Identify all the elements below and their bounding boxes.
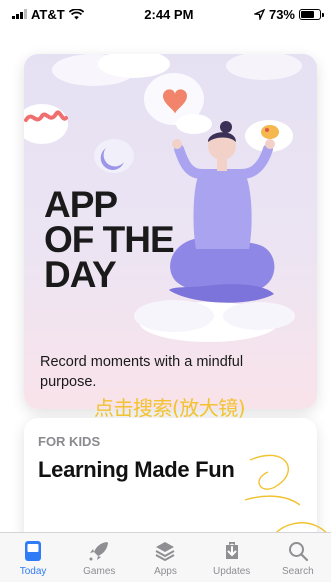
cellular-signal-icon bbox=[12, 9, 27, 19]
card-title: APP OF THE DAY bbox=[44, 184, 234, 295]
card-title-line: APP bbox=[44, 184, 118, 225]
battery-percent: 73% bbox=[268, 6, 295, 22]
status-right: 73% bbox=[253, 6, 324, 22]
carrier-name: AT&T bbox=[31, 6, 65, 22]
status-left: AT&T bbox=[12, 7, 84, 22]
tab-search[interactable]: Search bbox=[268, 539, 328, 577]
card-title-line: OF THE bbox=[44, 219, 175, 260]
search-icon bbox=[288, 542, 308, 562]
battery-fill bbox=[301, 10, 315, 18]
tab-label: Today bbox=[19, 566, 47, 577]
card-headline: Learning Made Fun bbox=[38, 457, 235, 482]
tab-label: Games bbox=[83, 566, 116, 577]
wifi-icon bbox=[68, 8, 84, 19]
battery-icon bbox=[299, 8, 324, 20]
app-of-the-day-card[interactable]: APP OF THE DAY Record moments with a min… bbox=[24, 54, 317, 409]
tab-updates[interactable]: Updates bbox=[202, 539, 262, 577]
tab-games[interactable]: Games bbox=[69, 539, 129, 577]
location-arrow-icon bbox=[253, 8, 265, 20]
tab-bar: Today Games Apps Updates Search bbox=[0, 532, 331, 582]
rocket-icon bbox=[89, 542, 109, 561]
card-caption: Record moments with a mindful purpose. bbox=[40, 354, 244, 390]
tab-label: Updates bbox=[213, 566, 251, 577]
tab-label: Apps bbox=[154, 566, 177, 577]
today-icon bbox=[25, 541, 42, 561]
tab-apps[interactable]: Apps bbox=[135, 539, 195, 577]
download-icon bbox=[225, 542, 238, 559]
tab-label: Search bbox=[282, 566, 314, 577]
for-kids-card[interactable]: FOR KIDS Learning Made Fun bbox=[24, 418, 317, 548]
tab-today[interactable]: Today bbox=[3, 539, 63, 577]
layers-icon bbox=[155, 542, 175, 562]
status-time: 2:44 PM bbox=[144, 6, 194, 22]
card-title-line: DAY bbox=[44, 254, 117, 295]
status-bar: AT&T 2:44 PM 73% bbox=[0, 0, 331, 28]
annotation-text: 点击搜索(放大镜) bbox=[94, 396, 246, 420]
card-category-label: FOR KIDS bbox=[38, 434, 101, 449]
